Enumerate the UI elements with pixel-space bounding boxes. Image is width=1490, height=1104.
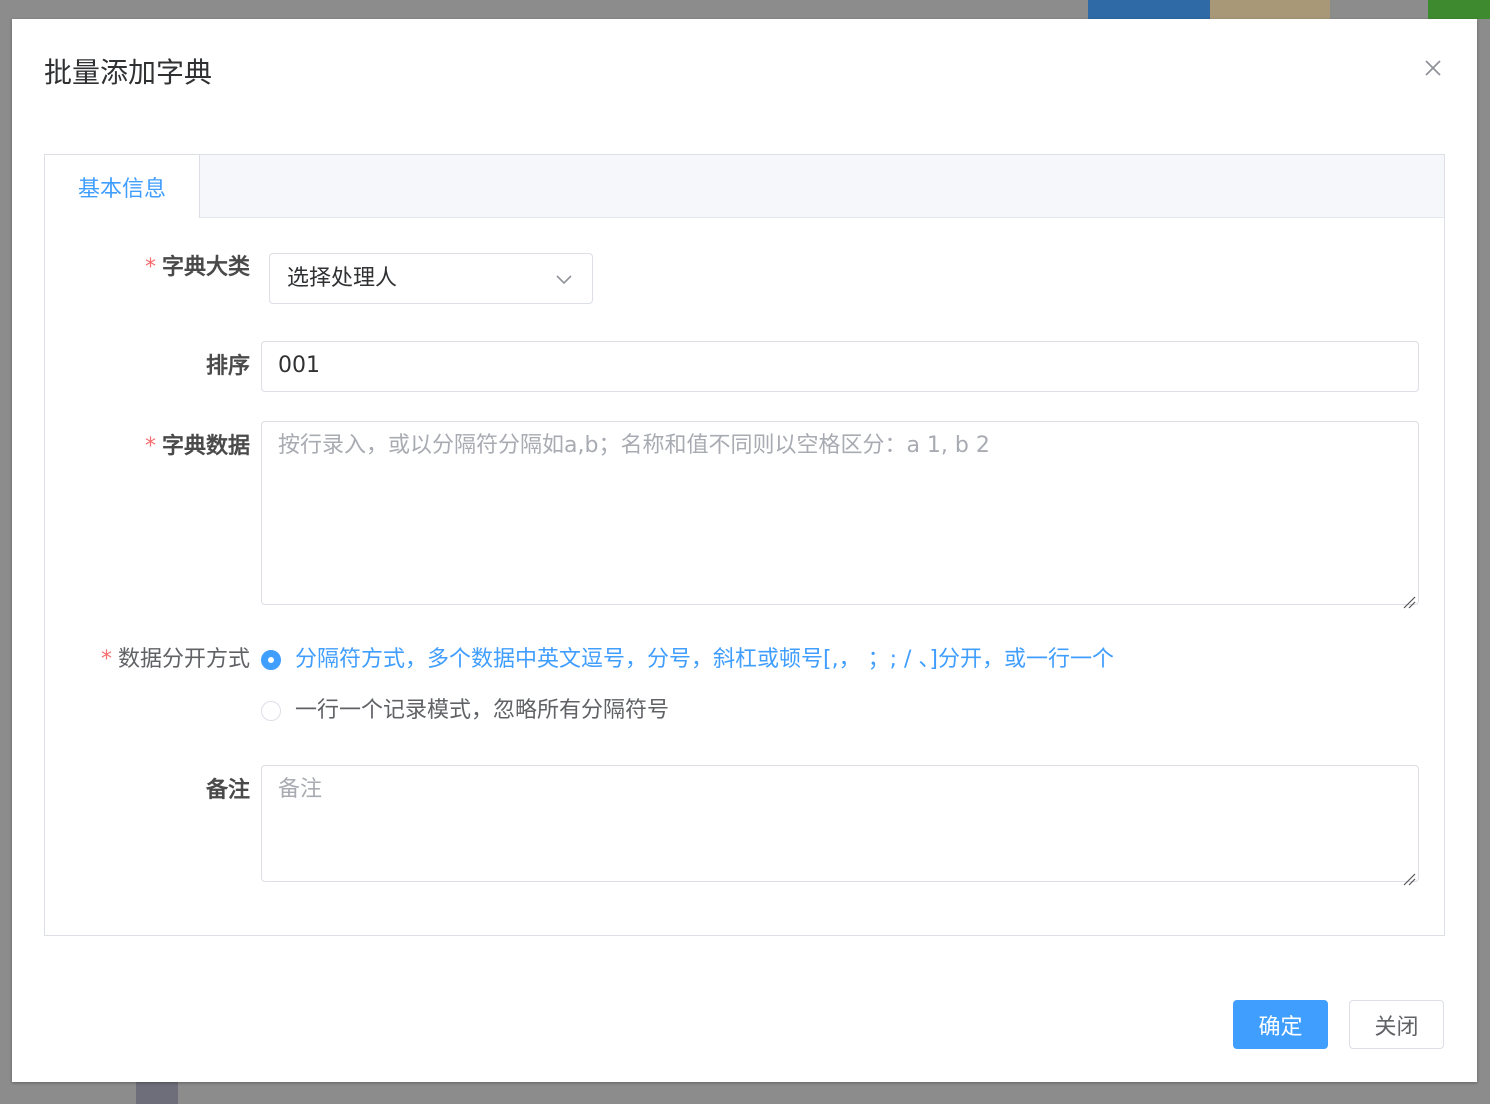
remark-textarea[interactable]: 备注 [261,765,1419,886]
tab-basic-info[interactable]: 基本信息 [45,155,200,218]
remark-label: 备注 [205,778,250,803]
radio-checked-icon[interactable] [261,650,281,670]
sort-input[interactable]: 001 [261,341,1419,392]
close-icon[interactable] [1422,57,1444,79]
radio-split-separator[interactable]: 分隔符方式，多个数据中英文逗号，分号，斜杠或顿号[,， ；; / 、]分开，或一… [261,645,1114,675]
category-label-text: 字典大类 [161,255,250,280]
background-fragment [1088,0,1210,19]
chevron-down-icon [554,269,574,289]
background-fragment [136,1082,178,1104]
radio-split-line[interactable]: 一行一个记录模式，忽略所有分隔符号 [261,696,669,726]
batch-add-dict-dialog: 批量添加字典 基本信息 * 字典大类 选择处理人 排序 001 * 字典数据 按… [12,19,1477,1082]
sort-input-value: 001 [278,353,320,378]
resize-handle-icon[interactable] [1402,588,1416,609]
category-label: * 字典大类 [45,253,250,283]
radio-unchecked-icon[interactable] [261,701,281,721]
tabs-card: 基本信息 * 字典大类 选择处理人 排序 001 * 字典数据 按行录入，或以分隔符… [44,154,1445,936]
required-mark: * [100,647,112,672]
split-mode-label: * 数据分开方式 [45,645,250,675]
radio-option-label: 分隔符方式，多个数据中英文逗号，分号，斜杠或顿号[,， ；; / 、]分开，或一… [295,647,1114,672]
required-mark: * [144,434,156,459]
required-mark: * [144,255,156,280]
background-fragment [1428,0,1490,19]
confirm-button[interactable]: 确定 [1233,1000,1328,1049]
split-mode-label-text: 数据分开方式 [117,647,250,672]
dict-data-label-text: 字典数据 [161,434,250,459]
close-button[interactable]: 关闭 [1349,1000,1444,1049]
remark-placeholder: 备注 [278,777,323,802]
dict-data-textarea[interactable]: 按行录入，或以分隔符分隔如a,b；名称和值不同则以空格区分：a 1, b 2 [261,421,1419,609]
category-select-value: 选择处理人 [287,266,398,291]
dialog-title: 批量添加字典 [44,56,213,89]
resize-handle-icon[interactable] [1402,865,1416,886]
category-select[interactable]: 选择处理人 [269,253,593,304]
dict-data-label: * 字典数据 [45,432,250,462]
sort-label: 排序 [205,354,250,379]
tab-header: 基本信息 [45,155,1444,218]
radio-option-label: 一行一个记录模式，忽略所有分隔符号 [295,698,670,723]
background-fragment [1210,0,1330,19]
dict-data-placeholder: 按行录入，或以分隔符分隔如a,b；名称和值不同则以空格区分：a 1, b 2 [278,433,990,458]
